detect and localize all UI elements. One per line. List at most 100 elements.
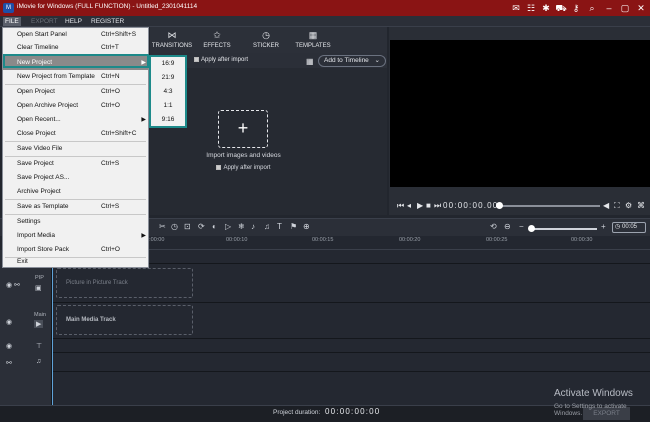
menu-file[interactable]: FILE: [3, 17, 21, 26]
main-drop-zone[interactable]: Main Media Track: [56, 305, 193, 335]
link-icon[interactable]: ⚯: [6, 359, 12, 367]
tab-effects[interactable]: ✩ EFFECTS: [193, 30, 241, 49]
apply-after-import-toggle[interactable]: Apply after import: [194, 57, 248, 63]
main-track-label: Main: [34, 312, 46, 318]
link-icon[interactable]: ⚯: [14, 281, 20, 289]
checkbox-icon: [194, 57, 199, 62]
skip-forward-icon[interactable]: ⏭: [434, 201, 441, 211]
grid-view-icon[interactable]: ▦: [306, 57, 314, 66]
menu-register[interactable]: REGISTER: [91, 17, 124, 26]
cart-icon[interactable]: ⛟: [554, 1, 568, 15]
menu-item-shortcut: Ctrl+Shift+S: [101, 31, 137, 38]
crop-icon[interactable]: ⊡: [184, 222, 191, 231]
key-icon[interactable]: ⚷: [569, 1, 583, 15]
volume-icon[interactable]: ◀: [603, 201, 609, 210]
zoom-out-icon[interactable]: ⊖: [504, 222, 511, 231]
chat-icon[interactable]: ☷: [524, 1, 538, 15]
skip-back-icon[interactable]: ⏮: [397, 201, 404, 211]
menu-item-exit[interactable]: Exit: [3, 255, 148, 269]
menu-item-label: Open Archive Project: [17, 102, 79, 109]
close-icon[interactable]: ✕: [634, 1, 648, 15]
search-icon[interactable]: ⌕: [585, 1, 599, 15]
tab-templates[interactable]: ▦ TEMPLATES: [289, 30, 337, 49]
mic-icon[interactable]: ♫: [264, 222, 270, 231]
eye-icon[interactable]: ◉: [6, 281, 12, 289]
step-back-icon[interactable]: ◂: [407, 201, 411, 210]
rotate-icon[interactable]: ⟳: [198, 222, 205, 231]
tab-transitions[interactable]: ⋈ TRANSITIONS: [148, 30, 196, 49]
volume-icon[interactable]: ♪: [251, 222, 255, 231]
pin-icon[interactable]: ✉: [509, 1, 523, 15]
zoom-plus-icon[interactable]: +: [601, 222, 606, 231]
zoom-value-box[interactable]: ◷ 00:05: [612, 222, 646, 233]
aspect-1-1[interactable]: 1:1: [151, 99, 185, 113]
menu-export[interactable]: EXPORT: [31, 17, 58, 26]
menu-item-open-recent[interactable]: Open Recent... ▶: [3, 113, 148, 127]
import-media-button[interactable]: +: [218, 110, 268, 148]
import-apply-toggle[interactable]: Apply after import: [150, 165, 337, 171]
text-track-icon: ⊤: [36, 343, 43, 350]
minimize-icon[interactable]: –: [602, 1, 616, 15]
video-preview[interactable]: [390, 40, 650, 187]
menu-item-settings[interactable]: Settings: [3, 215, 148, 229]
color-icon[interactable]: ◐: [212, 222, 217, 231]
pip-drop-zone[interactable]: Picture in Picture Track: [56, 268, 193, 298]
eye-icon[interactable]: ◉: [6, 342, 12, 350]
audio-track-lane[interactable]: [52, 353, 650, 372]
bug-icon[interactable]: ✱: [539, 1, 553, 15]
import-apply-label: Apply after import: [223, 165, 271, 172]
tool-tabs: ⋈ TRANSITIONS ✩ EFFECTS ◷ STICKER ▦ TEMP…: [150, 27, 387, 53]
aspect-21-9[interactable]: 21:9: [151, 71, 185, 85]
ruler-tick: 00:00:10: [226, 237, 248, 243]
menu-item-new-from-template[interactable]: New Project from Template Ctrl+N: [3, 70, 148, 84]
text-track-lane[interactable]: [52, 339, 650, 353]
menu-item-label: Close Project: [17, 130, 56, 137]
menu-item-open-archive[interactable]: Open Archive Project Ctrl+O: [3, 99, 148, 113]
aspect-16-9[interactable]: 16:9: [151, 57, 185, 71]
tab-sticker[interactable]: ◷ STICKER: [242, 30, 290, 49]
menu-item-import-media[interactable]: Import Media ▶: [3, 229, 148, 243]
speed-icon[interactable]: ▷: [225, 222, 231, 231]
timeline-playhead[interactable]: [52, 250, 53, 410]
camera-icon[interactable]: ⌘: [637, 201, 645, 210]
menu-item-save-project-as[interactable]: Save Project AS...: [3, 171, 148, 185]
split-icon[interactable]: ✂: [159, 222, 166, 231]
activation-watermark: Activate Windows: [554, 388, 633, 399]
text-icon[interactable]: T: [277, 222, 282, 231]
eye-icon[interactable]: ◉: [6, 318, 12, 326]
menu-item-clear-timeline[interactable]: Clear Timeline Ctrl+T: [3, 41, 148, 55]
aspect-9-16[interactable]: 9:16: [151, 113, 185, 127]
menu-item-shortcut: Ctrl+S: [101, 203, 120, 210]
menu-item-open-start-panel[interactable]: Open Start Panel Ctrl+Shift+S: [3, 28, 148, 42]
menu-item-save-as-template[interactable]: Save as Template Ctrl+S: [3, 200, 148, 214]
fullscreen-icon[interactable]: ⛶: [614, 201, 620, 211]
menu-item-shortcut: Ctrl+S: [101, 160, 120, 167]
menu-item-open-project[interactable]: Open Project Ctrl+O: [3, 85, 148, 99]
menu-item-save-video[interactable]: Save Video File: [3, 142, 148, 156]
pip-track-label: PIP: [35, 275, 44, 281]
duration-icon[interactable]: ◷: [171, 222, 178, 231]
menu-item-save-project[interactable]: Save Project Ctrl+S: [3, 157, 148, 171]
chevron-right-icon: ▶: [141, 117, 146, 123]
zoom-slider-handle[interactable]: [528, 225, 535, 232]
preview-progress-handle[interactable]: [496, 202, 503, 209]
add-to-timeline-dropdown[interactable]: Add to Timeline ⌄: [318, 55, 386, 67]
maximize-icon[interactable]: ▢: [618, 1, 632, 15]
video-track-icon: ▶: [34, 320, 44, 328]
preview-progress-track[interactable]: [499, 205, 600, 207]
menu-item-archive-project[interactable]: Archive Project: [3, 185, 148, 199]
menu-item-close-project[interactable]: Close Project Ctrl+Shift+C: [3, 127, 148, 141]
freeze-icon[interactable]: ❄: [238, 222, 245, 231]
aspect-4-3[interactable]: 4:3: [151, 85, 185, 99]
settings-icon[interactable]: ⚙: [625, 201, 632, 210]
marker-icon[interactable]: ⚑: [290, 222, 297, 231]
menu-help[interactable]: HELP: [65, 17, 82, 26]
zoom-fit-icon[interactable]: ⊕: [303, 222, 310, 231]
refresh-icon[interactable]: ⟲: [490, 222, 497, 231]
play-icon[interactable]: ▶: [417, 201, 423, 210]
zoom-minus-icon[interactable]: −: [519, 222, 524, 231]
menu-item-label: Import Media: [17, 232, 55, 239]
clock-icon: ◷: [262, 30, 270, 40]
stop-icon[interactable]: ■: [426, 201, 431, 210]
zoom-slider-track[interactable]: [531, 228, 597, 230]
